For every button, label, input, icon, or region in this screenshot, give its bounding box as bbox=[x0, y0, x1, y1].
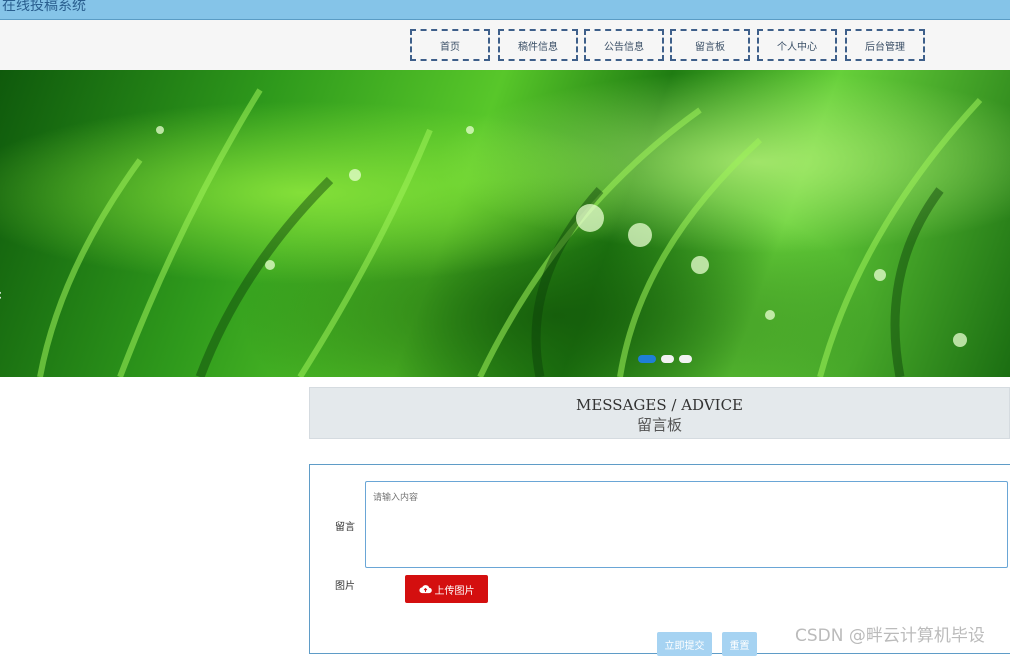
carousel-indicators bbox=[638, 355, 692, 363]
app-title: 在线投稿系统 bbox=[2, 0, 86, 14]
watermark: CSDN @畔云计算机毕设 bbox=[795, 626, 985, 646]
message-textarea[interactable] bbox=[365, 481, 1008, 568]
cloud-upload-icon bbox=[418, 585, 432, 594]
message-label: 留言 bbox=[335, 522, 355, 533]
nav-item-user-center[interactable]: 个人中心 bbox=[757, 29, 837, 61]
top-bar: 在线投稿系统 bbox=[0, 0, 1010, 20]
banner-carousel[interactable]: ‹ bbox=[0, 70, 1010, 377]
carousel-dot[interactable] bbox=[638, 355, 656, 363]
carousel-prev-icon[interactable]: ‹ bbox=[0, 285, 2, 304]
section-header: MESSAGES / ADVICE 留言板 bbox=[309, 387, 1010, 439]
reset-button[interactable]: 重置 bbox=[722, 632, 757, 656]
nav-item-announcements[interactable]: 公告信息 bbox=[584, 29, 664, 61]
upload-image-button[interactable]: 上传图片 bbox=[405, 575, 488, 603]
nav-item-message-board[interactable]: 留言板 bbox=[670, 29, 750, 61]
nav-item-home[interactable]: 首页 bbox=[410, 29, 490, 61]
grass-image bbox=[37, 88, 983, 377]
upload-image-label: 上传图片 bbox=[434, 585, 475, 597]
image-label: 图片 bbox=[335, 581, 355, 592]
section-title-en: MESSAGES / ADVICE bbox=[575, 396, 743, 414]
main-nav: 首页 稿件信息 公告信息 留言板 个人中心 后台管理 bbox=[0, 20, 1010, 70]
section-title-zh: 留言板 bbox=[636, 416, 682, 434]
submit-button[interactable]: 立即提交 bbox=[657, 632, 712, 656]
carousel-dot[interactable] bbox=[661, 355, 674, 363]
carousel-dot[interactable] bbox=[679, 355, 692, 363]
nav-item-manuscripts[interactable]: 稿件信息 bbox=[498, 29, 578, 61]
nav-item-admin[interactable]: 后台管理 bbox=[845, 29, 925, 61]
